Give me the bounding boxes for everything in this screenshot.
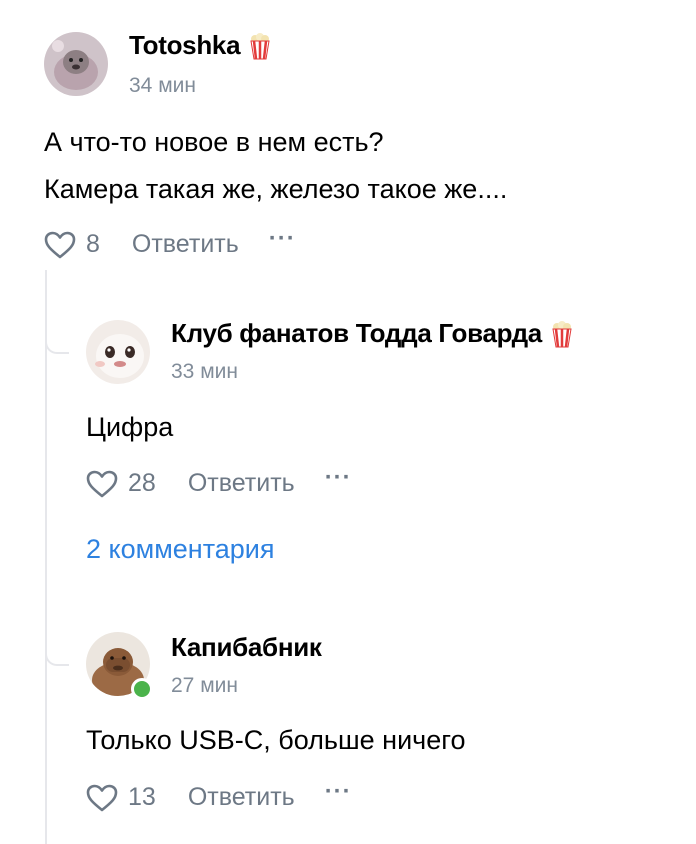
heart-icon [44, 231, 76, 258]
popcorn-icon [552, 320, 572, 347]
thread-connector [45, 330, 69, 354]
like-button[interactable]: 8 [44, 230, 100, 259]
comment-actions: 8 Ответить ··· [44, 226, 296, 259]
like-count: 13 [128, 783, 156, 811]
comment-time: 27 мин [171, 674, 238, 697]
avatar[interactable] [86, 320, 150, 384]
comment-time: 33 мин [171, 360, 238, 383]
heart-icon [86, 470, 118, 497]
like-count: 8 [86, 230, 100, 258]
comment-text-line: А что-то новое в нем есть? [44, 127, 384, 157]
thread-line [45, 270, 47, 844]
heart-icon [86, 784, 118, 811]
reply-button[interactable]: Ответить [188, 783, 295, 812]
more-options-icon[interactable]: ··· [269, 226, 296, 251]
popcorn-icon [250, 32, 270, 59]
like-count: 28 [128, 469, 156, 497]
author-name[interactable]: Капибабник [171, 632, 322, 663]
show-replies-link[interactable]: 2 комментария [86, 534, 275, 565]
comment-text-line: Только USB-C, больше ничего [86, 725, 466, 755]
comment-text-line: Цифра [86, 412, 174, 442]
avatar[interactable] [44, 32, 108, 96]
like-button[interactable]: 28 [86, 469, 156, 498]
author-name-text[interactable]: Капибабник [171, 632, 322, 663]
online-status-indicator [131, 678, 153, 700]
reply-button[interactable]: Ответить [188, 469, 295, 498]
author-name[interactable]: Totoshka [129, 30, 272, 61]
more-options-icon[interactable]: ··· [325, 465, 352, 490]
author-name-text[interactable]: Клуб фанатов Тодда Говарда [171, 318, 542, 349]
like-button[interactable]: 13 [86, 783, 156, 812]
comment-time: 34 мин [129, 74, 196, 97]
author-name-text[interactable]: Totoshka [129, 30, 241, 61]
more-options-icon[interactable]: ··· [325, 779, 352, 804]
comment-text-line: Камера такая же, железо такое же.... [44, 174, 508, 204]
reply-button[interactable]: Ответить [132, 230, 239, 259]
comment-actions: 13 Ответить ··· [86, 779, 352, 812]
comment-actions: 28 Ответить ··· [86, 465, 352, 498]
thread-connector [45, 642, 69, 666]
author-name[interactable]: Клуб фанатов Тодда Говарда [171, 318, 574, 349]
